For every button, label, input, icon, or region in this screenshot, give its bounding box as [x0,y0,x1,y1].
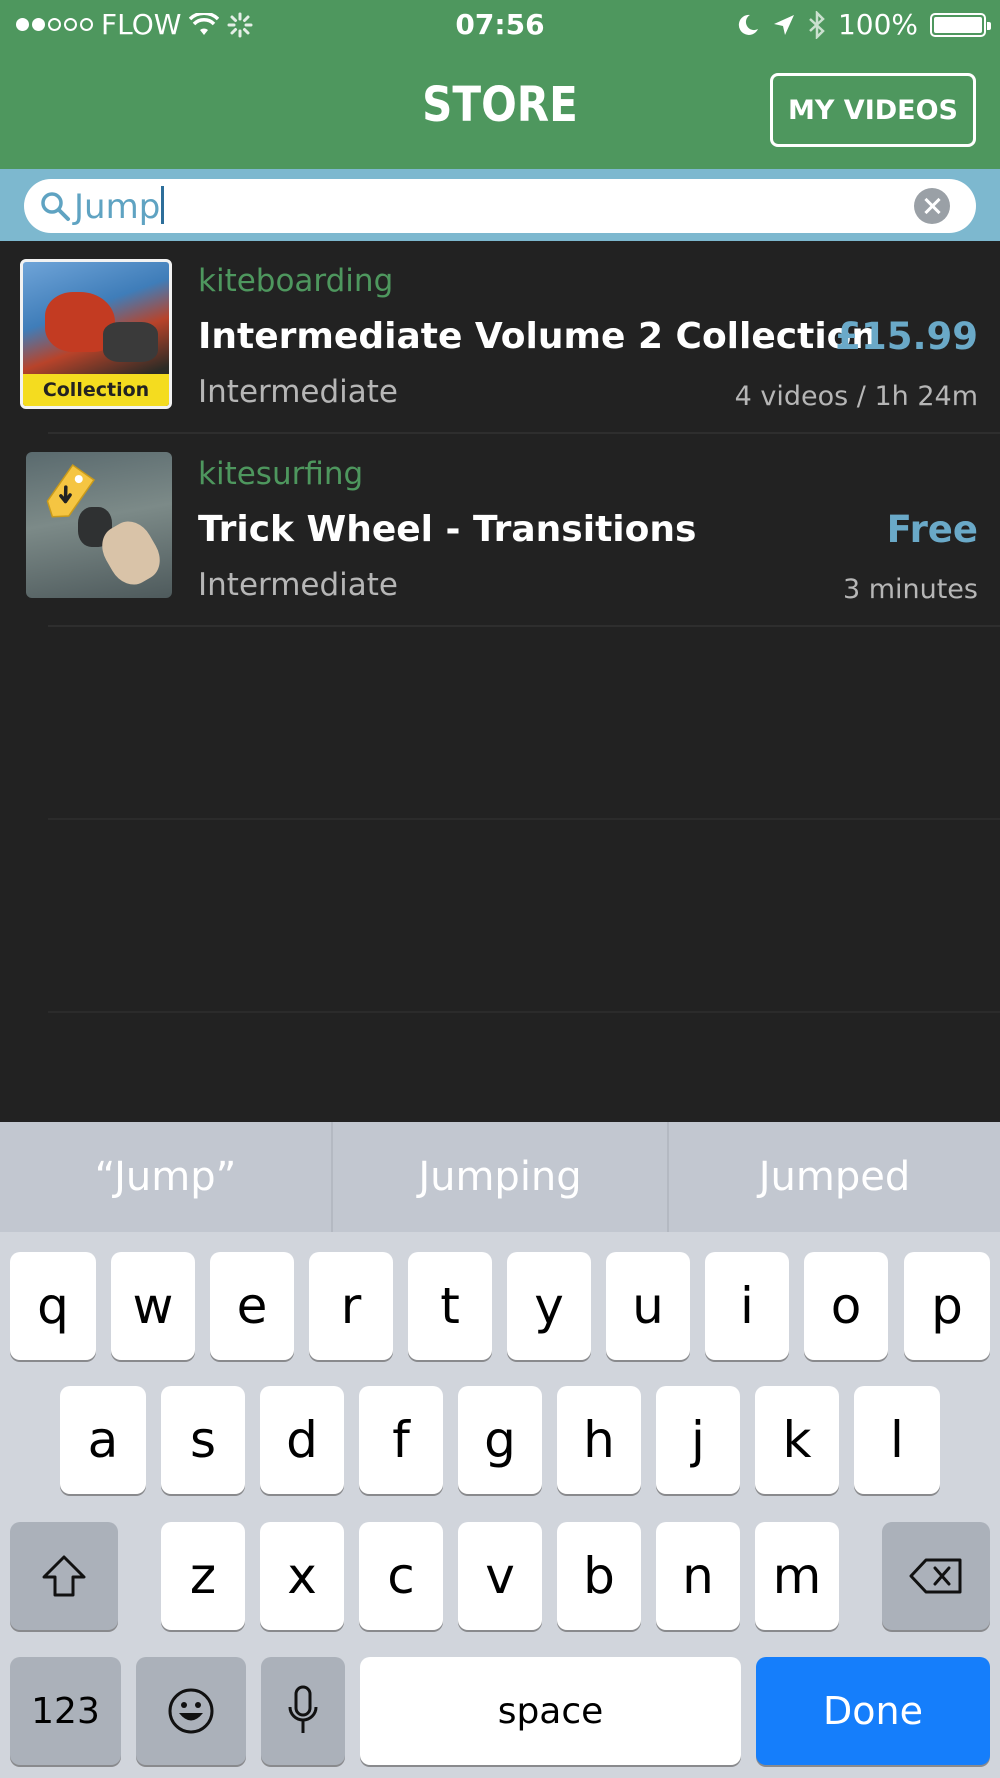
item-level: Intermediate [198,567,399,603]
search-input-text: Jump [74,186,165,227]
key[interactable]: i [705,1252,789,1360]
key[interactable]: p [904,1252,990,1360]
battery-percent: 100% [837,8,918,41]
emoji-key[interactable] [136,1657,246,1765]
key[interactable]: n [656,1522,740,1630]
item-title: Trick Wheel - Transitions [198,509,697,550]
item-title: Intermediate Volume 2 Collection [198,316,878,357]
emoji-icon [168,1688,214,1734]
key[interactable]: q [10,1252,96,1360]
search-value: Jump [74,187,161,227]
search-icon [41,192,70,221]
key[interactable]: z [161,1522,245,1630]
search-input[interactable]: Jump [24,179,976,233]
key[interactable]: k [755,1386,839,1494]
shift-key[interactable] [10,1522,118,1630]
key[interactable]: f [359,1386,443,1494]
key[interactable]: h [557,1386,641,1494]
key[interactable]: o [804,1252,888,1360]
suggestion-item[interactable]: “Jump” [0,1122,331,1232]
row-divider [48,818,1000,820]
dictation-key[interactable] [261,1657,345,1765]
collection-thumbnail: Collection [20,259,172,409]
key[interactable]: r [309,1252,393,1360]
suggestion-item[interactable]: Jumped [669,1122,1000,1232]
moon-icon [738,14,758,35]
row-divider [48,625,1000,627]
key[interactable]: g [458,1386,542,1494]
bluetooth-icon [809,10,825,39]
key[interactable]: v [458,1522,542,1630]
item-duration: 3 minutes [842,574,978,605]
keyboard: “Jump” Jumping Jumped q w e r t y u i o … [0,1122,1000,1778]
row-divider [48,1011,1000,1013]
key[interactable]: w [111,1252,195,1360]
suggestion-bar: “Jump” Jumping Jumped [0,1122,1000,1232]
suggestion-item[interactable]: Jumping [333,1122,667,1232]
status-bar: FLOW 07:56 100% [0,0,1000,52]
video-thumbnail [26,452,172,598]
key[interactable]: u [606,1252,690,1360]
key[interactable]: m [755,1522,839,1630]
key[interactable]: j [656,1386,740,1494]
results-list: Collection kiteboarding Intermediate Vol… [0,241,1000,1122]
key[interactable]: e [210,1252,294,1360]
shift-icon [42,1555,86,1597]
text-caret [161,186,165,224]
key[interactable]: c [359,1522,443,1630]
item-level: Intermediate [198,374,399,410]
item-price[interactable]: £15.99 [835,315,978,358]
done-key[interactable]: Done [756,1657,990,1765]
item-category: kiteboarding [198,263,394,299]
key[interactable]: a [60,1386,146,1494]
item-price[interactable]: Free [887,508,978,551]
item-category: kitesurfing [198,456,364,492]
my-videos-button[interactable]: MY VIDEOS [770,73,976,147]
top-bar: FLOW 07:56 100% STORE MY VIDEOS [0,0,1000,169]
status-right: 100% [736,8,991,41]
location-arrow-icon [773,14,794,35]
clear-search-icon[interactable] [914,188,950,224]
list-item[interactable]: kitesurfing Trick Wheel - Transitions In… [0,434,1000,627]
space-key[interactable]: space [360,1657,741,1765]
microphone-icon [288,1685,318,1733]
key[interactable]: d [260,1386,344,1494]
list-item[interactable]: Collection kiteboarding Intermediate Vol… [0,241,1000,434]
key[interactable]: y [507,1252,591,1360]
battery-icon [930,12,991,37]
item-duration: 4 videos / 1h 24m [734,381,978,412]
search-bar: Jump [0,169,1000,241]
key[interactable]: b [557,1522,641,1630]
key[interactable]: s [161,1386,245,1494]
key[interactable]: x [260,1522,344,1630]
backspace-icon [909,1558,962,1594]
key[interactable]: t [408,1252,492,1360]
collection-badge: Collection [23,374,169,406]
numbers-key[interactable]: 123 [10,1657,121,1765]
key[interactable]: l [854,1386,940,1494]
delete-key[interactable] [882,1522,990,1630]
free-tag-icon [46,464,96,518]
